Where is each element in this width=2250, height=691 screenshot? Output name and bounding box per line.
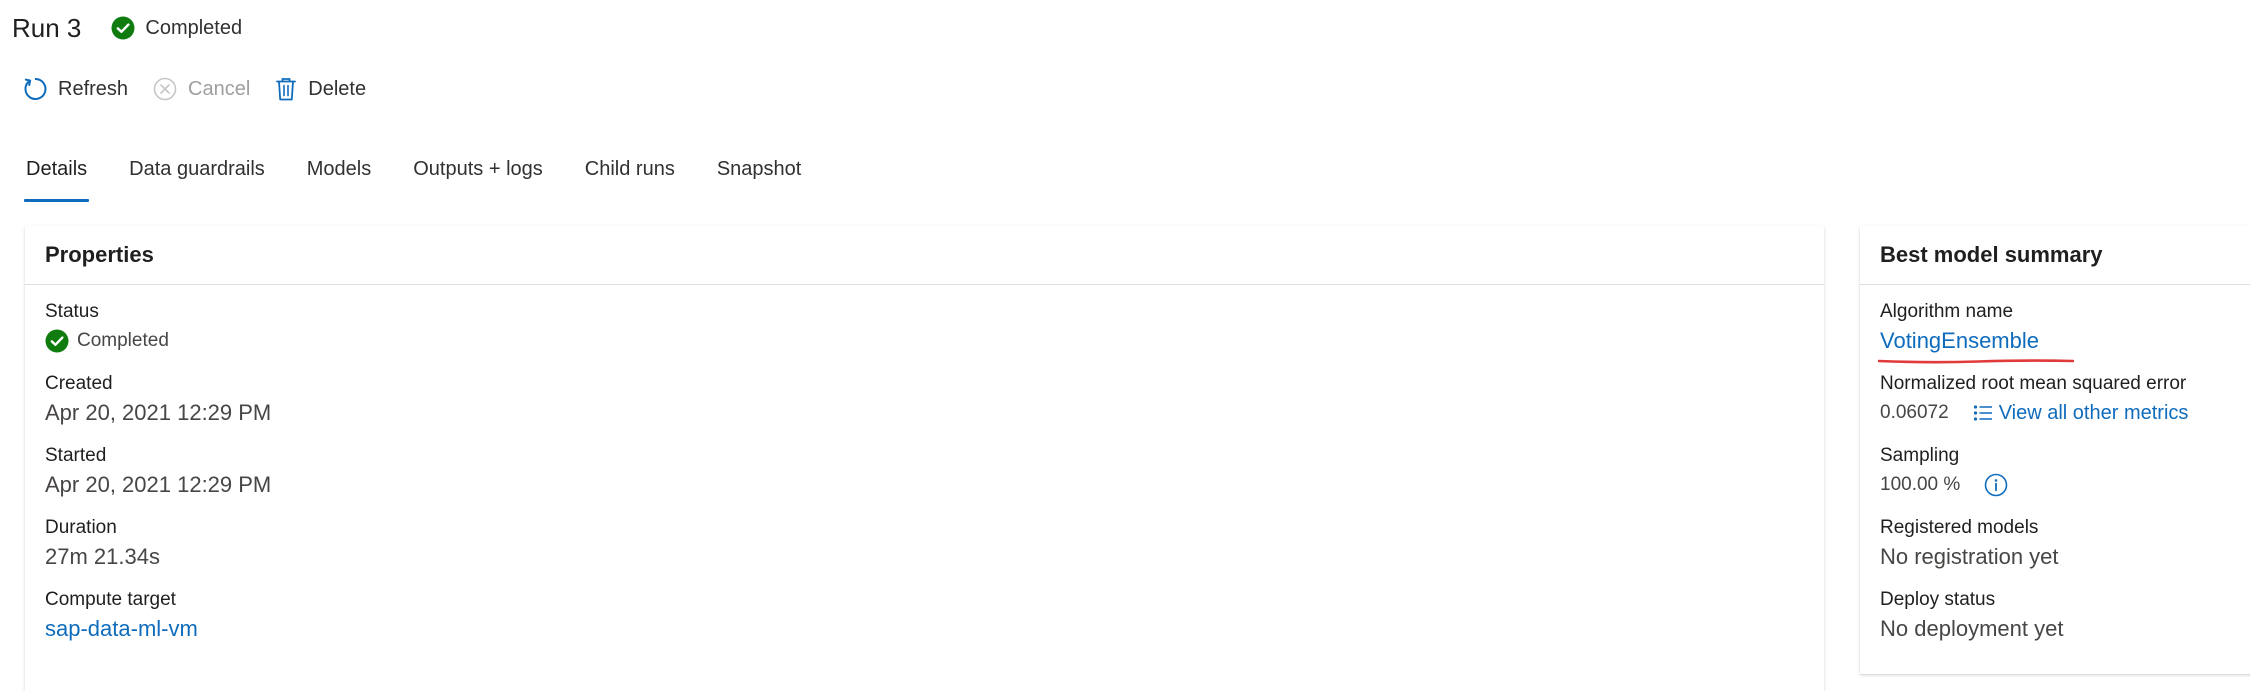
best-model-summary-card: Best model summary Algorithm name Voting… <box>1860 226 2250 674</box>
view-all-metrics-label: View all other metrics <box>1998 402 2189 424</box>
deploy-status-value: No deployment yet <box>1880 616 2064 641</box>
metric-value: 0.06072 <box>1880 402 1949 423</box>
properties-body: Status Completed Created Apr 20, 2021 12… <box>25 299 1824 645</box>
properties-card: Properties Status Completed Created Apr … <box>25 226 1824 691</box>
sampling-label: Sampling <box>1880 445 1960 466</box>
algorithm-property: Algorithm name VotingEnsemble <box>1878 299 2250 364</box>
tab-data-guardrails[interactable]: Data guardrails <box>129 150 265 202</box>
sampling-value: 100.00 % <box>1880 474 1961 495</box>
list-icon <box>1973 405 1992 421</box>
tab-snapshot[interactable]: Snapshot <box>717 150 802 202</box>
cancel-button[interactable]: Cancel <box>152 76 250 102</box>
cancel-label: Cancel <box>188 77 251 100</box>
toolbar: Refresh Cancel Delete <box>22 70 390 108</box>
best-model-summary-body: Algorithm name VotingEnsemble Normalized… <box>1860 299 2250 645</box>
refresh-label: Refresh <box>58 77 129 100</box>
status-label: Status <box>45 301 99 322</box>
sampling-value-row: 100.00 % <box>1880 469 2250 501</box>
metric-value-row: 0.06072 View all other metrics <box>1880 397 2250 429</box>
registered-models-label: Registered models <box>1880 517 2039 538</box>
duration-property: Duration 27m 21.34s <box>45 515 1804 573</box>
status-property: Status Completed <box>45 299 1804 357</box>
cancel-icon <box>153 77 177 101</box>
run-status-label: Completed <box>145 16 243 39</box>
tab-models[interactable]: Models <box>307 150 371 202</box>
tab-outputs-logs[interactable]: Outputs + logs <box>413 150 543 202</box>
compute-target-property: Compute target sap-data-ml-vm <box>45 587 1804 645</box>
algorithm-value: VotingEnsemble <box>1878 325 2250 364</box>
created-value: Apr 20, 2021 12:29 PM <box>45 400 272 425</box>
status-value-text: Completed <box>77 330 169 351</box>
algorithm-link-text: VotingEnsemble <box>1880 328 2039 353</box>
metric-label: Normalized root mean squared error <box>1880 373 2187 394</box>
deploy-status-property: Deploy status No deployment yet <box>1880 587 2250 645</box>
registered-models-value: No registration yet <box>1880 544 2059 569</box>
metric-property: Normalized root mean squared error 0.060… <box>1880 371 2250 429</box>
run-header: Run 3 Completed <box>12 8 242 48</box>
check-circle-icon <box>111 16 135 40</box>
status-value: Completed <box>45 325 1804 357</box>
run-title: Run 3 <box>12 12 82 43</box>
trash-icon <box>276 78 297 101</box>
algorithm-link[interactable]: VotingEnsemble <box>1878 325 2074 364</box>
duration-label: Duration <box>45 517 117 538</box>
delete-button[interactable]: Delete <box>274 76 366 102</box>
algorithm-label: Algorithm name <box>1880 301 2014 322</box>
refresh-icon <box>24 77 47 100</box>
run-status: Completed <box>111 16 242 40</box>
tab-bar: Details Data guardrails Models Outputs +… <box>23 150 843 202</box>
refresh-button[interactable]: Refresh <box>22 76 128 102</box>
compute-target-value: sap-data-ml-vm <box>45 613 1804 645</box>
compute-target-label: Compute target <box>45 589 176 610</box>
tab-child-runs[interactable]: Child runs <box>585 150 675 202</box>
delete-label: Delete <box>308 77 367 100</box>
best-model-summary-title: Best model summary <box>1860 226 2250 285</box>
started-value: Apr 20, 2021 12:29 PM <box>45 472 272 497</box>
compute-target-link[interactable]: sap-data-ml-vm <box>45 613 198 645</box>
registered-models-property: Registered models No registration yet <box>1880 515 2250 573</box>
properties-title: Properties <box>25 226 1824 285</box>
started-label: Started <box>45 445 107 466</box>
red-underline-annotation <box>1878 359 2074 364</box>
tab-details[interactable]: Details <box>23 150 90 202</box>
sampling-property: Sampling 100.00 % <box>1880 443 2250 501</box>
created-label: Created <box>45 373 113 394</box>
started-property: Started Apr 20, 2021 12:29 PM <box>45 443 1804 501</box>
view-all-metrics-link[interactable]: View all other metrics <box>1973 397 2189 429</box>
deploy-status-label: Deploy status <box>1880 589 1996 610</box>
info-icon[interactable] <box>1984 473 2008 497</box>
run-details-page: Run 3 Completed Refresh Cancel Delete De… <box>0 0 2250 691</box>
created-property: Created Apr 20, 2021 12:29 PM <box>45 371 1804 429</box>
duration-value: 27m 21.34s <box>45 544 160 569</box>
check-circle-icon <box>45 329 69 353</box>
